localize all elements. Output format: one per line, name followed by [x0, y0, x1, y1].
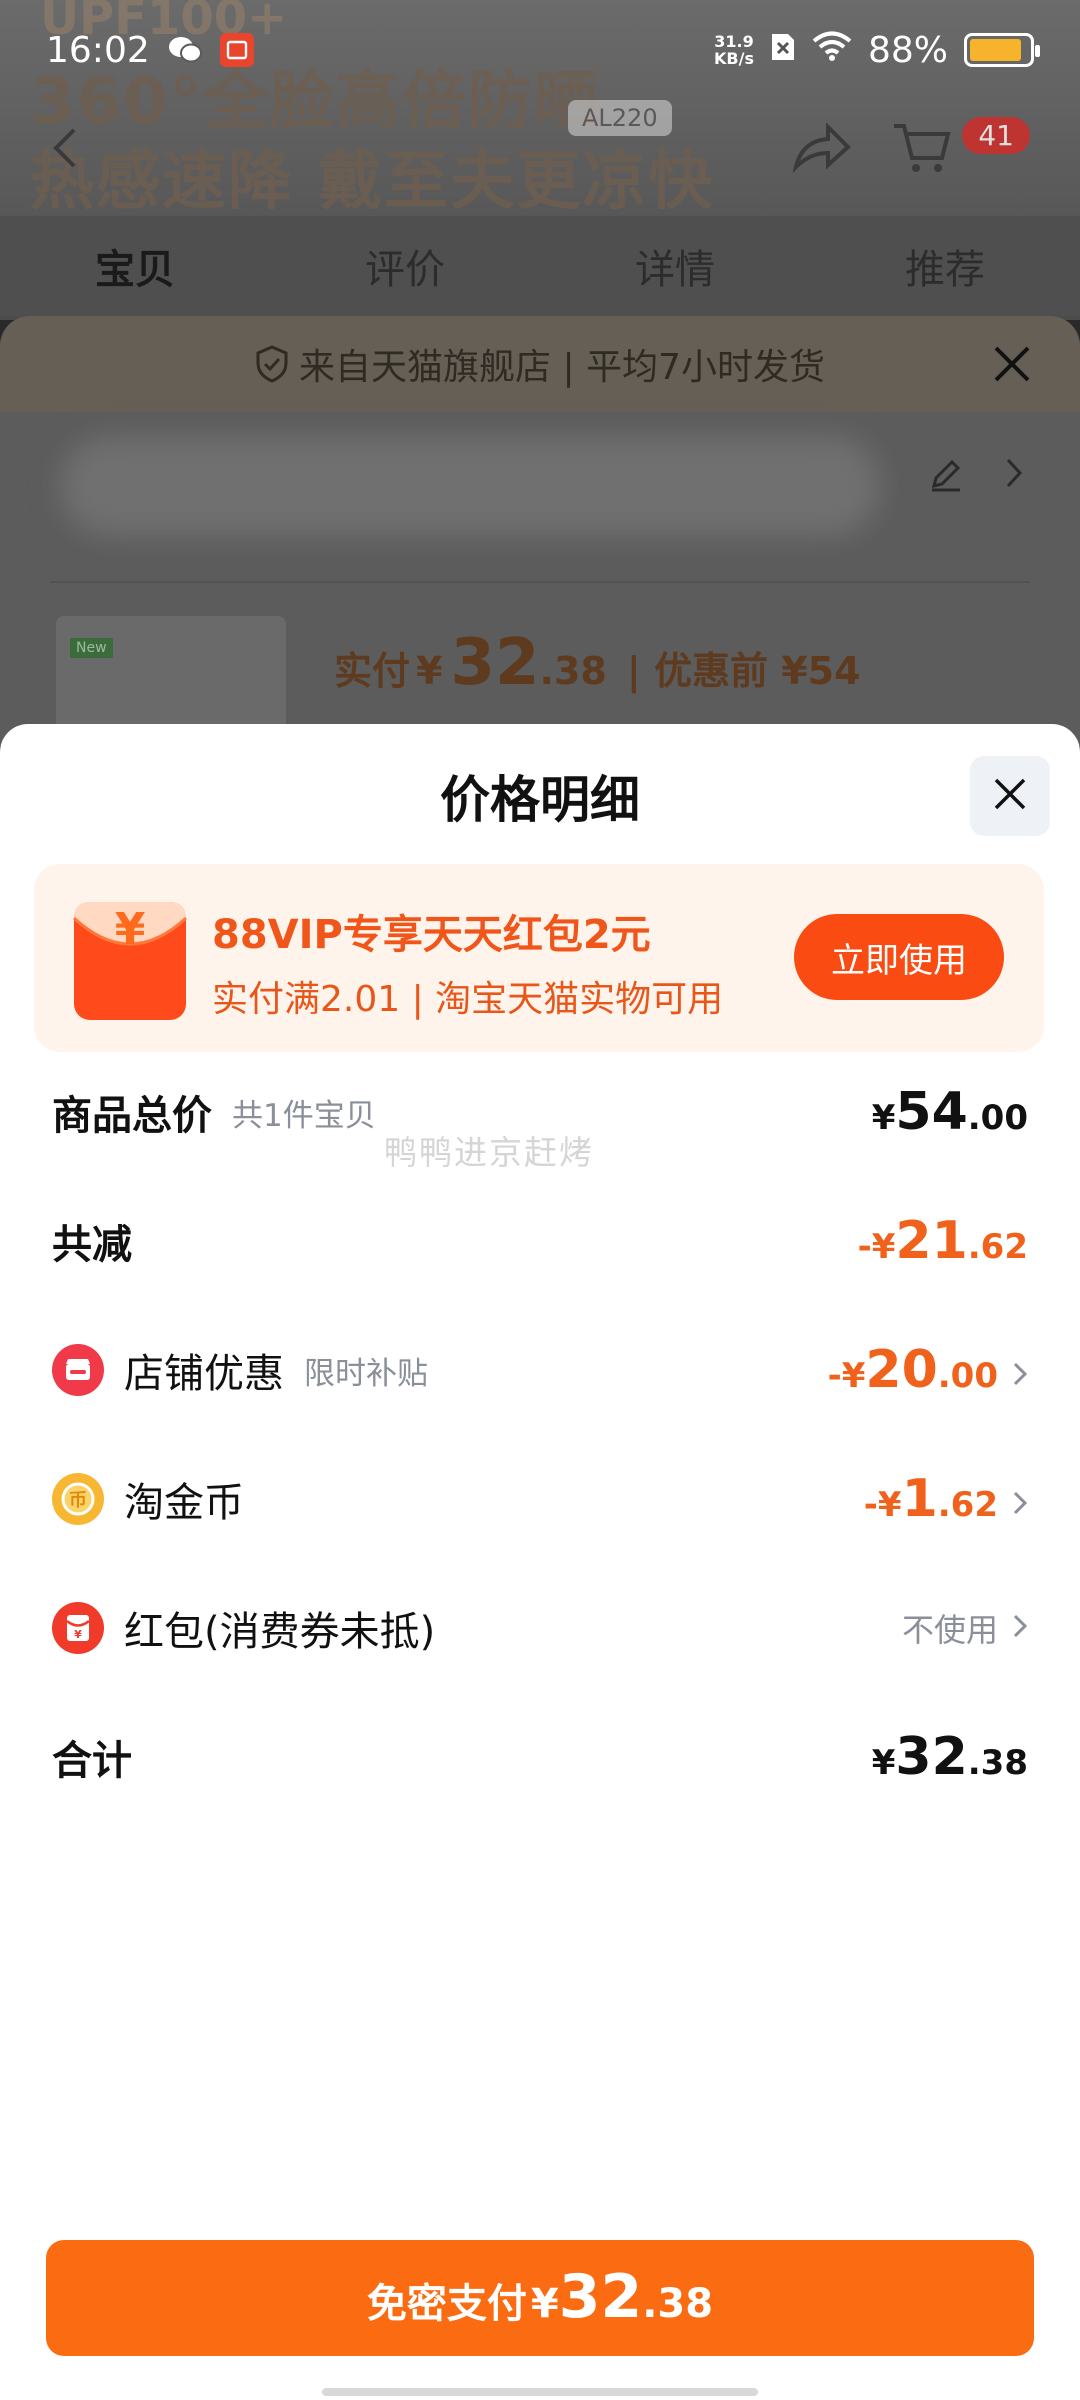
- red-packet-status: 不使用: [901, 1611, 998, 1649]
- back-icon[interactable]: [50, 126, 80, 174]
- grand-total-row: 合计 ¥32.38: [52, 1717, 1028, 1797]
- chevron-right-icon[interactable]: [1004, 456, 1024, 501]
- product-nav-bar: 41: [0, 100, 1080, 200]
- tab-details[interactable]: 详情: [635, 237, 715, 295]
- vip-red-packet-banner: ¥ 88VIP专享天天红包2元 实付满2.01 | 淘宝天猫实物可用 立即使用: [34, 864, 1044, 1052]
- red-packet-row[interactable]: ¥ 红包(消费券未抵) 不使用: [52, 1588, 1028, 1668]
- row-label: 淘金币: [124, 1480, 244, 1526]
- chevron-right-icon: [1012, 1358, 1028, 1394]
- wifi-icon: [812, 30, 852, 71]
- taobao-app-icon: [219, 33, 254, 67]
- svg-text:¥: ¥: [115, 904, 146, 955]
- chevron-right-icon: [1012, 1610, 1028, 1646]
- row-label: 红包(消费券未抵): [124, 1609, 436, 1655]
- wechat-icon: [168, 33, 202, 67]
- paid-price-line: 实付 ¥ 32 .38 | 优惠前 ¥54: [334, 626, 861, 700]
- use-now-button[interactable]: 立即使用: [794, 914, 1004, 1000]
- store-icon: [52, 1344, 104, 1396]
- coin-discount-amount: -¥ 1.62: [863, 1469, 998, 1529]
- svg-text:¥: ¥: [74, 1628, 82, 1641]
- row-label: 共减: [52, 1222, 132, 1268]
- total-discount-amount: -¥ 21.62: [857, 1211, 1028, 1271]
- share-icon[interactable]: [792, 122, 852, 177]
- chevron-right-icon: [1012, 1487, 1028, 1523]
- sim-off-icon: [770, 30, 796, 71]
- product-tabs: 宝贝 评价 详情 推荐: [0, 216, 1080, 316]
- network-speed: 31.9 KB/s: [714, 32, 754, 68]
- svg-text:币: 币: [69, 1490, 87, 1511]
- shipping-notice-text: 来自天猫旗舰店 | 平均7小时发货: [299, 347, 825, 388]
- divider: [50, 581, 1030, 583]
- promo-title: 88VIP专享天天红包2元: [212, 912, 651, 958]
- status-time: 16:02: [46, 29, 150, 71]
- tab-baobei[interactable]: 宝贝: [95, 237, 175, 295]
- red-packet-icon: ¥: [52, 1602, 104, 1654]
- close-button[interactable]: [970, 756, 1050, 836]
- status-bar: 16:02 31.9 KB/s 88%: [0, 0, 1080, 100]
- store-discount-row[interactable]: 店铺优惠 限时补贴 -¥ 20.00: [52, 1330, 1028, 1410]
- item-count: 共1件宝贝: [232, 1097, 376, 1134]
- watermark: 鸭鸭进京赶烤: [384, 1133, 594, 1172]
- tab-reviews[interactable]: 评价: [365, 237, 445, 295]
- cart-count-badge: 41: [962, 116, 1030, 154]
- store-discount-amount: -¥ 20.00: [827, 1340, 998, 1400]
- close-icon[interactable]: [990, 342, 1034, 395]
- coin-discount-row[interactable]: 币 淘金币 -¥ 1.62: [52, 1459, 1028, 1539]
- shield-check-icon: [255, 345, 289, 383]
- battery-percent: 88%: [867, 29, 948, 71]
- edit-icon[interactable]: [928, 456, 964, 501]
- order-sheet-background: 来自天猫旗舰店 | 平均7小时发货 New 实付 ¥ 32 .38 | 优惠前 …: [0, 316, 1080, 746]
- subsidy-tag: 限时补贴: [304, 1355, 428, 1392]
- blurred-address: [60, 436, 880, 536]
- goods-total-amount: ¥54.00: [871, 1082, 1028, 1142]
- close-icon: [992, 776, 1028, 816]
- home-indicator[interactable]: [322, 2388, 758, 2396]
- sheet-title: 价格明细: [440, 771, 640, 829]
- battery-icon: [964, 33, 1040, 67]
- new-tag: New: [70, 638, 113, 658]
- total-discount-row: 共减 -¥ 21.62: [52, 1201, 1028, 1281]
- promo-subtitle: 实付满2.01 | 淘宝天猫实物可用: [212, 979, 724, 1020]
- red-packet-icon: ¥: [70, 892, 190, 1024]
- password-free-pay-button[interactable]: 免密支付 ¥ 32 .38: [46, 2240, 1034, 2356]
- row-label: 店铺优惠: [124, 1351, 284, 1397]
- shipping-notice: 来自天猫旗舰店 | 平均7小时发货: [0, 316, 1080, 412]
- cart-icon[interactable]: [892, 120, 952, 180]
- row-label: 商品总价: [52, 1093, 212, 1139]
- row-label: 合计: [52, 1738, 132, 1784]
- coin-icon: 币: [52, 1473, 104, 1525]
- price-detail-sheet: 价格明细 ¥ 88VIP专享天天红包2元 实付满2.01 | 淘宝天猫实物可用 …: [0, 724, 1080, 2400]
- tab-recommend[interactable]: 推荐: [905, 237, 985, 295]
- grand-total-amount: ¥32.38: [871, 1727, 1028, 1787]
